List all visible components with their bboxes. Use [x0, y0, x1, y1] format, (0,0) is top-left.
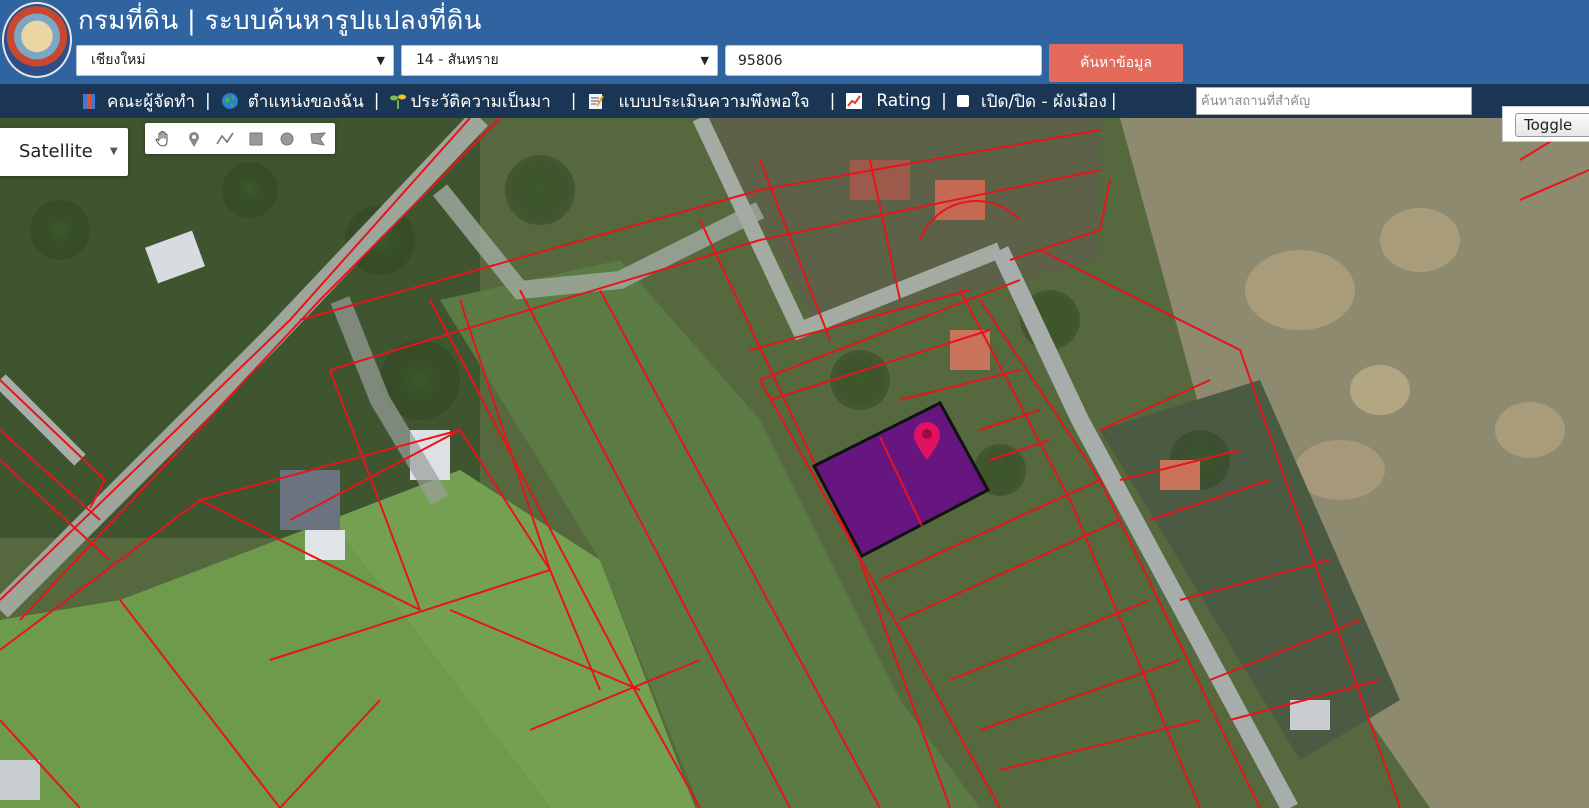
sprout-icon — [390, 94, 407, 109]
caret-down-icon: ▼ — [110, 146, 118, 157]
menu-item-label: Rating — [876, 91, 932, 111]
dropdown-arrow-icon: ▼ — [376, 54, 385, 67]
header: กรมที่ดิน | ระบบค้นหารูปแปลงที่ดิน เชียง… — [0, 0, 1589, 84]
menu-item-label: ตำแหน่งของฉัน — [247, 91, 364, 112]
menu-item-label: แบบประเมินความพึงพอใจ — [618, 91, 810, 112]
menu-item-label: ประวัติความเป็นมา — [410, 91, 551, 112]
hand-icon — [154, 130, 168, 147]
marker-icon — [188, 131, 199, 147]
dropdown-arrow-icon: ▼ — [700, 54, 709, 67]
polyline-icon — [215, 132, 234, 144]
polygon-icon — [309, 131, 326, 146]
menu-separator: | — [829, 91, 836, 111]
menu-separator: | — [570, 91, 577, 111]
province-select-value: เชียงใหม่ — [91, 52, 146, 68]
district-select[interactable]: 14 - สันทราย ▼ — [401, 45, 718, 76]
department-of-lands-logo — [2, 2, 72, 78]
circle-icon — [280, 132, 293, 145]
menu-item-my-location[interactable]: ตำแหน่งของฉัน — [221, 88, 364, 115]
menu-item-label: คณะผู้จัดทำ — [107, 91, 195, 112]
place-search-input[interactable] — [1196, 87, 1472, 115]
hand-tool-button[interactable] — [147, 123, 178, 154]
map-type-label: Satellite — [19, 141, 93, 162]
toggle-button[interactable]: Toggle — [1515, 113, 1589, 137]
menu-item-team[interactable]: คณะผู้จัดทำ — [80, 88, 195, 115]
province-select[interactable]: เชียงใหม่ ▼ — [76, 45, 394, 76]
city-plan-checkbox[interactable] — [956, 95, 969, 107]
menu-separator: | — [1110, 91, 1117, 111]
team-book-icon — [83, 94, 95, 109]
menu-item-label: เปิด/ปิด - ผังเมือง — [980, 91, 1107, 112]
search-data-button[interactable]: ค้นหาข้อมูล — [1049, 44, 1183, 82]
marker-tool-button[interactable] — [178, 123, 209, 154]
satellite-map[interactable] — [0, 0, 1589, 808]
menu-item-rating[interactable]: Rating — [845, 91, 931, 111]
menu-item-satisfaction-survey[interactable]: แบบประเมินความพึงพอใจ — [587, 88, 810, 115]
app-title: กรมที่ดิน | ระบบค้นหารูปแปลงที่ดิน — [78, 6, 482, 36]
map-type-select[interactable]: Satellite ▼ — [0, 128, 128, 176]
district-select-value: 14 - สันทราย — [416, 52, 499, 68]
rectangle-icon — [249, 132, 262, 145]
polygon-tool-button[interactable] — [302, 123, 333, 154]
menu-separator: | — [373, 91, 380, 111]
memo-icon — [588, 94, 604, 109]
menu-separator: | — [205, 91, 211, 111]
circle-tool-button[interactable] — [271, 123, 302, 154]
parcel-number-input[interactable] — [725, 45, 1042, 76]
menu-separator: | — [941, 91, 947, 111]
drawing-toolbar — [145, 123, 335, 154]
rectangle-tool-button[interactable] — [240, 123, 271, 154]
toggle-panel: Toggle — [1502, 106, 1589, 142]
menu-item-city-plan-toggle[interactable]: เปิด/ปิด - ผังเมือง — [956, 88, 1107, 115]
globe-icon — [221, 93, 238, 109]
polyline-tool-button[interactable] — [209, 123, 240, 154]
menu-item-history[interactable]: ประวัติความเป็นมา — [389, 88, 551, 115]
chart-icon — [846, 93, 863, 109]
